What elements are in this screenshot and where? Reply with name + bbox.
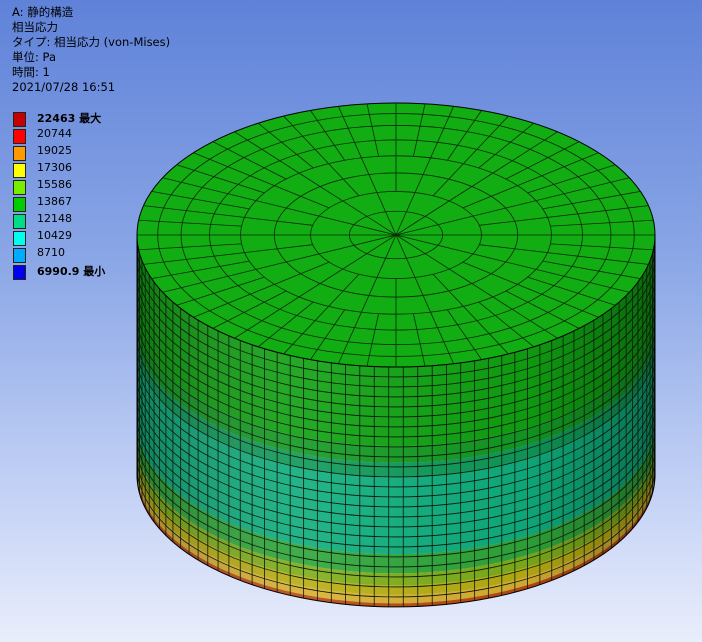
cylinder-top-mesh	[137, 103, 655, 367]
model-viewport[interactable]	[0, 0, 702, 642]
